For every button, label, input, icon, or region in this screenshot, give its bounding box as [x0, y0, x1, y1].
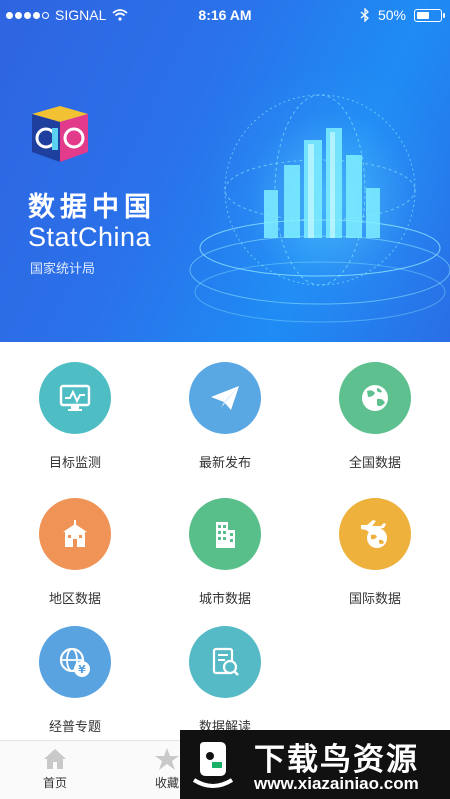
- menu-label: 最新发布: [198, 455, 251, 470]
- menu-item-regional-data[interactable]: 地区数据: [0, 498, 150, 607]
- paper-plane-icon: [189, 362, 261, 434]
- globe-yen-icon: ¥: [39, 626, 111, 698]
- menu-item-national-data[interactable]: 全国数据: [300, 362, 450, 471]
- menu-label: 目标监测: [48, 455, 101, 470]
- plane-globe-icon: [339, 498, 411, 570]
- menu-item-target-monitoring[interactable]: 目标监测: [0, 362, 150, 471]
- menu-label: 地区数据: [48, 591, 101, 606]
- home-icon: [44, 749, 66, 769]
- status-bar: SIGNAL 8:16 AM 50%: [0, 0, 450, 30]
- city-icon: [189, 498, 261, 570]
- menu-item-city-data[interactable]: 城市数据: [150, 498, 300, 607]
- tab-label: 首页: [42, 776, 67, 790]
- globe-skyline-illustration: [189, 94, 450, 323]
- menu-label: 经普专题: [48, 719, 101, 734]
- menu-item-data-interpretation[interactable]: 数据解读: [150, 626, 300, 735]
- bird-logo-icon: [192, 742, 234, 788]
- building-icon: [39, 498, 111, 570]
- bluetooth-icon: [360, 8, 369, 22]
- document-search-icon: [189, 626, 261, 698]
- menu-label: 国际数据: [348, 591, 401, 606]
- battery-percent: 50%: [377, 7, 406, 23]
- menu-item-latest-release[interactable]: 最新发布: [150, 362, 300, 471]
- status-right: 50%: [360, 7, 445, 23]
- app-subtitle: StatChina: [28, 222, 152, 252]
- menu-label: 城市数据: [198, 591, 251, 606]
- battery-fill: [417, 11, 429, 19]
- watermark-url: www.xiazainiao.com: [254, 774, 419, 793]
- app-organization: 国家统计局: [30, 261, 96, 276]
- svg-text:¥: ¥: [78, 663, 86, 676]
- menu-item-international-data[interactable]: 国际数据: [300, 498, 450, 607]
- app-title: 数据中国: [28, 192, 156, 222]
- battery-icon: [414, 8, 445, 22]
- watermark-title: 下载鸟资源: [254, 742, 419, 777]
- tab-home[interactable]: 首页: [0, 741, 110, 791]
- globe-icon: [339, 362, 411, 434]
- star-icon: [155, 748, 179, 770]
- monitor-chart-icon: [39, 362, 111, 434]
- hero-banner: SIGNAL 8:16 AM 50% 数据中国 StatChina 国家统计局: [0, 0, 450, 342]
- watermark-banner: 下载鸟资源 www.xiazainiao.com: [180, 730, 450, 799]
- menu-label: 全国数据: [348, 455, 401, 470]
- statchina-logo-icon: [32, 106, 88, 162]
- menu-item-economic-census[interactable]: ¥ 经普专题: [0, 626, 150, 735]
